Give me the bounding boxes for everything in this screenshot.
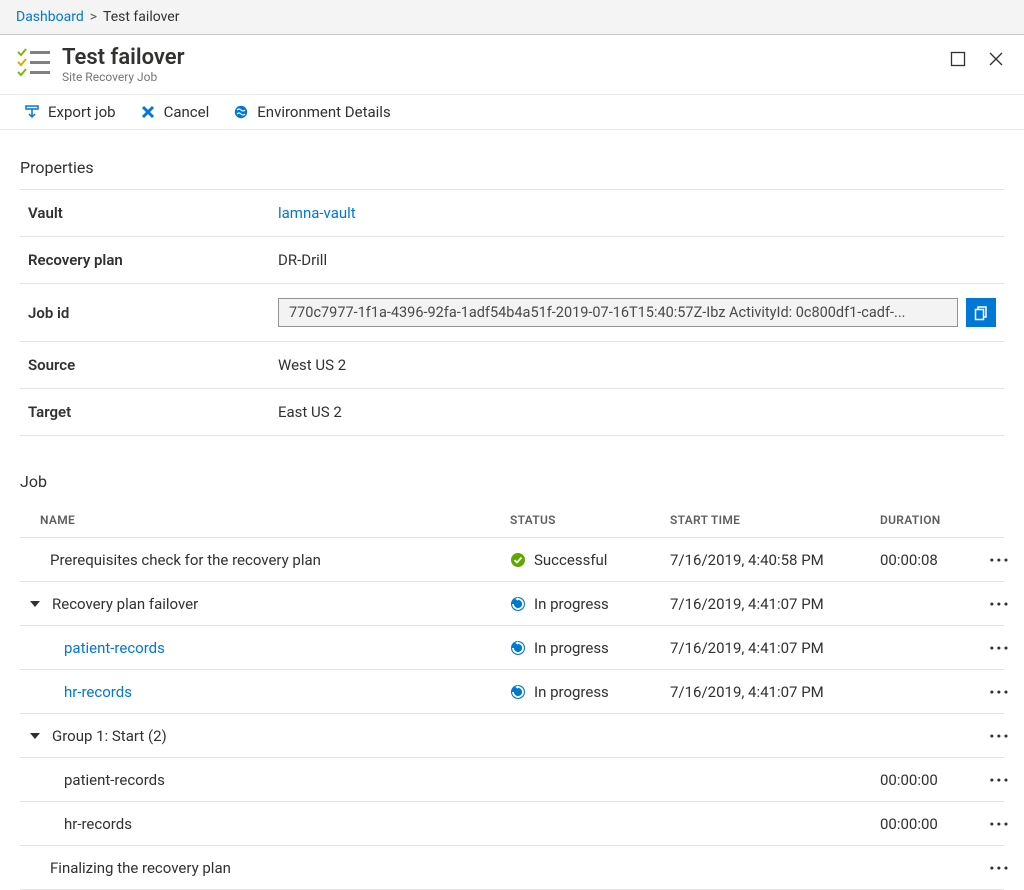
job-start: 7/16/2019, 4:41:07 PM xyxy=(670,683,880,701)
property-value: DR-Drill xyxy=(270,237,1004,284)
job-start: 7/16/2019, 4:41:07 PM xyxy=(670,595,880,613)
job-id-value[interactable]: 770c7977-1f1a-4396-92fa-1adf54b4a51f-201… xyxy=(278,298,958,327)
job-name: Group 1: Start (2) xyxy=(52,727,167,745)
property-row-plan: Recovery plan DR-Drill xyxy=(20,237,1004,284)
job-duration: 00:00:00 xyxy=(880,815,970,833)
property-label: Source xyxy=(20,342,270,389)
property-label: Job id xyxy=(20,284,270,342)
property-value: East US 2 xyxy=(270,389,1004,436)
job-status: In progress xyxy=(534,595,609,613)
job-name: Recovery plan failover xyxy=(52,595,198,613)
in-progress-icon xyxy=(510,640,526,656)
job-list-icon xyxy=(16,47,52,79)
page-subtitle: Site Recovery Job xyxy=(62,70,185,84)
property-label: Vault xyxy=(20,190,270,237)
job-start: 7/16/2019, 4:41:07 PM xyxy=(670,639,880,657)
breadcrumb: Dashboard > Test failover xyxy=(0,0,1024,35)
job-name-link[interactable]: patient-records xyxy=(64,639,165,657)
property-row-target: Target East US 2 xyxy=(20,389,1004,436)
job-section: Job NAME STATUS START TIME DURATION Prer… xyxy=(0,436,1024,890)
globe-icon xyxy=(233,104,249,120)
job-status: Successful xyxy=(534,551,607,569)
command-bar: Export job Cancel Environment Details xyxy=(0,94,1024,130)
job-start: 7/16/2019, 4:40:58 PM xyxy=(670,551,880,569)
job-name: Prerequisites check for the recovery pla… xyxy=(50,551,321,569)
page-title: Test failover xyxy=(62,45,185,70)
breadcrumb-dashboard-link[interactable]: Dashboard xyxy=(16,9,84,25)
job-duration: 00:00:00 xyxy=(880,771,970,789)
copy-icon xyxy=(973,305,989,321)
job-status: In progress xyxy=(534,683,609,701)
page-header: Test failover Site Recovery Job xyxy=(0,35,1024,94)
close-icon[interactable] xyxy=(988,51,1004,67)
property-label: Recovery plan xyxy=(20,237,270,284)
cancel-icon xyxy=(140,104,156,120)
job-row: Group 1: Start (2) ··· xyxy=(20,714,1004,758)
property-value: West US 2 xyxy=(270,342,1004,389)
export-icon xyxy=(24,104,40,120)
breadcrumb-separator: > xyxy=(90,9,97,25)
job-row: hr-records In progress 7/16/2019, 4:41:0… xyxy=(20,670,1004,714)
job-name-link[interactable]: hr-records xyxy=(64,683,132,701)
success-icon xyxy=(510,552,526,568)
property-row-vault: Vault lamna-vault xyxy=(20,190,1004,237)
properties-section: Properties Vault lamna-vault Recovery pl… xyxy=(0,130,1024,436)
caret-down-icon[interactable] xyxy=(30,733,40,739)
job-col-status: STATUS xyxy=(510,513,670,527)
job-col-duration: DURATION xyxy=(880,513,970,527)
job-heading: Job xyxy=(20,472,1004,491)
restore-window-icon[interactable] xyxy=(950,51,966,67)
cancel-label: Cancel xyxy=(164,103,210,121)
in-progress-icon xyxy=(510,684,526,700)
export-job-label: Export job xyxy=(48,103,116,121)
environment-details-button[interactable]: Environment Details xyxy=(233,103,390,121)
breadcrumb-current: Test failover xyxy=(103,9,179,25)
properties-heading: Properties xyxy=(20,158,1004,177)
in-progress-icon xyxy=(510,596,526,612)
job-col-start: START TIME xyxy=(670,513,880,527)
cancel-button[interactable]: Cancel xyxy=(140,103,210,121)
property-row-source: Source West US 2 xyxy=(20,342,1004,389)
job-row: Recovery plan failover In progress 7/16/… xyxy=(20,582,1004,626)
environment-details-label: Environment Details xyxy=(257,103,390,121)
job-row: Finalizing the recovery plan ··· xyxy=(20,846,1004,890)
job-row: patient-records 00:00:00 ··· xyxy=(20,758,1004,802)
vault-link[interactable]: lamna-vault xyxy=(278,204,356,222)
job-name: Finalizing the recovery plan xyxy=(50,859,231,877)
job-name: patient-records xyxy=(64,771,165,789)
job-row: hr-records 00:00:00 ··· xyxy=(20,802,1004,846)
job-duration: 00:00:08 xyxy=(880,551,970,569)
job-table-header: NAME STATUS START TIME DURATION xyxy=(20,503,1004,538)
property-row-jobid: Job id 770c7977-1f1a-4396-92fa-1adf54b4a… xyxy=(20,284,1004,342)
job-name: hr-records xyxy=(64,815,132,833)
job-row: patient-records In progress 7/16/2019, 4… xyxy=(20,626,1004,670)
caret-down-icon[interactable] xyxy=(30,601,40,607)
job-status: In progress xyxy=(534,639,609,657)
copy-job-id-button[interactable] xyxy=(966,298,996,327)
export-job-button[interactable]: Export job xyxy=(24,103,116,121)
properties-table: Vault lamna-vault Recovery plan DR-Drill… xyxy=(20,189,1004,436)
job-row: Prerequisites check for the recovery pla… xyxy=(20,538,1004,582)
job-col-name: NAME xyxy=(30,513,510,527)
property-label: Target xyxy=(20,389,270,436)
